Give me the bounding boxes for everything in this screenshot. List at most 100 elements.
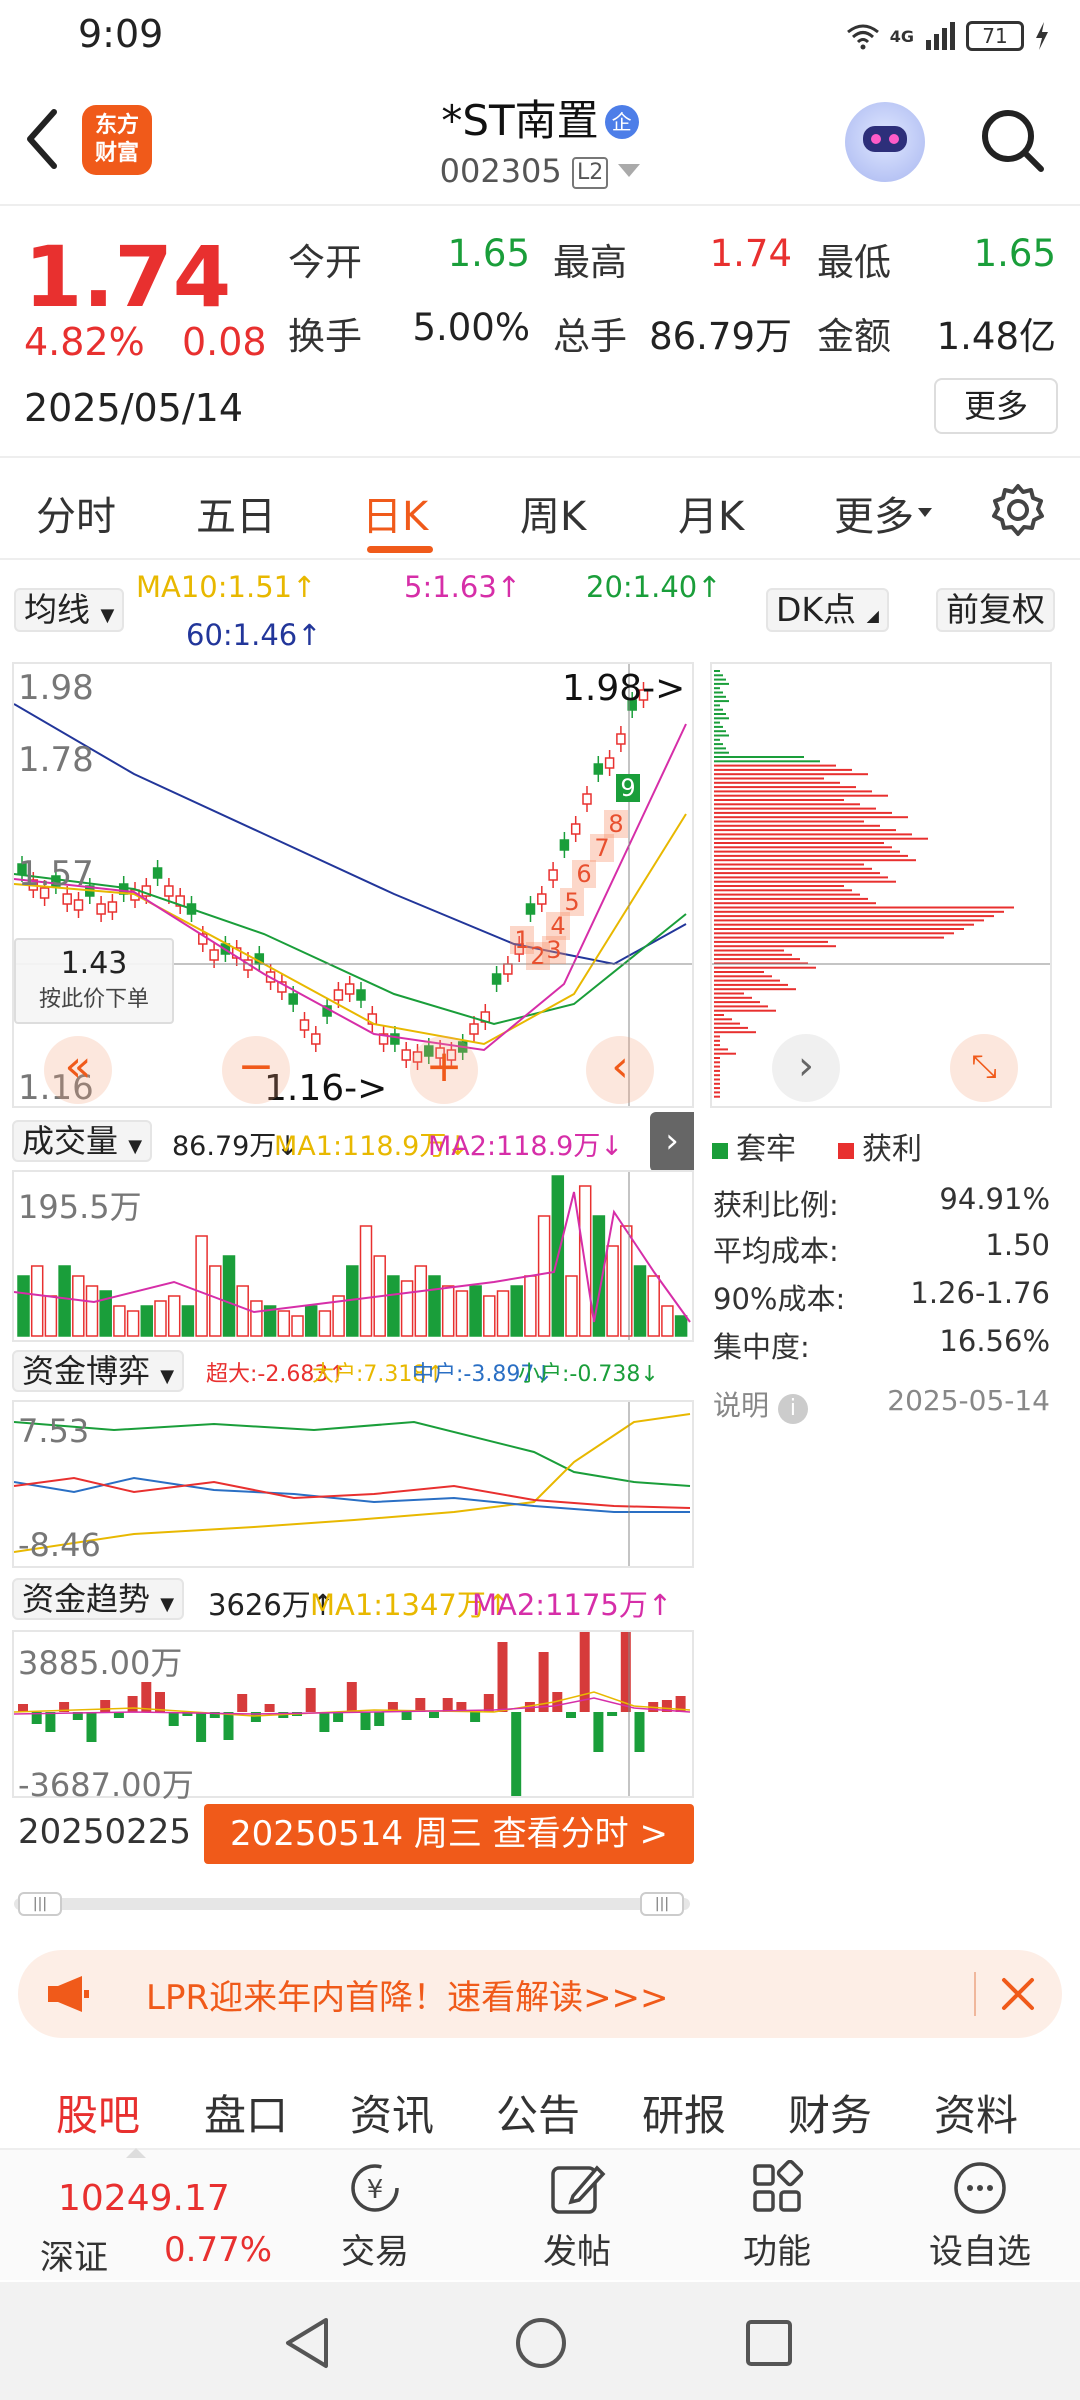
trade-button[interactable]: ¥ 交易 bbox=[310, 2160, 440, 2273]
chip-bar bbox=[714, 945, 836, 948]
fund-game-canvas bbox=[14, 1402, 691, 1566]
volume-selector[interactable]: 成交量 ▼ bbox=[12, 1120, 153, 1162]
tab-monthly-k[interactable]: 月K bbox=[678, 484, 744, 542]
tab-more[interactable]: 更多 bbox=[834, 484, 932, 542]
fund-trend-bar bbox=[45, 1712, 56, 1732]
chip-bar bbox=[714, 906, 1014, 909]
kline-chart[interactable]: 123456789 1.98 1.78 1.57 1.16 1.98-> 1.1… bbox=[12, 662, 694, 1109]
nine-turn-label: 6 bbox=[576, 860, 591, 888]
tab-research[interactable]: 研报 bbox=[642, 2082, 726, 2143]
crosshair-order-box[interactable]: 1.43 按此价下单 bbox=[14, 938, 174, 1024]
add-watchlist-button[interactable]: 设自选 bbox=[915, 2160, 1045, 2273]
functions-button[interactable]: 功能 bbox=[712, 2160, 842, 2273]
news-banner[interactable]: LPR迎来年内首降！速看解读>>> bbox=[18, 1950, 1062, 2038]
chip-note[interactable]: 说明 i bbox=[713, 1384, 808, 1424]
view-intraday-button[interactable]: 20250514 周三 查看分时 > bbox=[204, 1804, 694, 1864]
amount-value: 1.48亿 bbox=[936, 315, 1056, 358]
adjust-selector[interactable]: 前复权 bbox=[936, 588, 1055, 632]
chip-bar bbox=[714, 988, 796, 991]
candle-body bbox=[593, 763, 604, 775]
volume-bar bbox=[647, 1275, 660, 1337]
close-icon[interactable] bbox=[1000, 1976, 1036, 2012]
tab-daily-k[interactable]: 日K bbox=[362, 484, 428, 542]
zoom-out-button[interactable]: − bbox=[222, 1036, 290, 1104]
nav-home-icon[interactable] bbox=[514, 2316, 568, 2370]
chip-bar bbox=[714, 1052, 736, 1055]
fund-trend-y-top: 3885.00万 bbox=[18, 1644, 183, 1682]
post-button[interactable]: 发帖 bbox=[512, 2160, 642, 2273]
nav-recents-icon[interactable] bbox=[744, 2318, 794, 2368]
volume-bar bbox=[510, 1285, 523, 1337]
tab-announcements[interactable]: 公告 bbox=[496, 2082, 580, 2143]
candle-body bbox=[73, 899, 84, 911]
tab-weekly-k[interactable]: 周K bbox=[520, 484, 586, 542]
more-quote-button[interactable]: 更多 bbox=[934, 378, 1058, 434]
ma20-value: 20:1.40↑ bbox=[586, 570, 722, 604]
candle-body bbox=[152, 867, 163, 879]
tab-profile[interactable]: 资料 bbox=[934, 2082, 1018, 2143]
volume-bar bbox=[565, 1275, 578, 1337]
search-icon[interactable] bbox=[978, 106, 1046, 174]
volume-bar bbox=[72, 1275, 85, 1337]
range-start-date: 20250225 bbox=[18, 1812, 192, 1852]
volume-bar bbox=[126, 1310, 140, 1337]
profit-ratio-label: 获利比例: bbox=[713, 1188, 839, 1222]
fund-game-chart: 7.53 -8.46 bbox=[12, 1400, 694, 1568]
toggle-panel-button[interactable]: › bbox=[650, 1112, 694, 1172]
gear-icon[interactable] bbox=[990, 482, 1046, 538]
ai-assistant-avatar[interactable] bbox=[845, 102, 925, 182]
chip-bar bbox=[714, 876, 888, 879]
tab-financials[interactable]: 财务 bbox=[788, 2082, 872, 2143]
volume-bar bbox=[209, 1265, 222, 1337]
index-value[interactable]: 10249.17 bbox=[58, 2178, 230, 2219]
chip-bar bbox=[714, 678, 726, 681]
chip-bar bbox=[714, 781, 840, 784]
chip-bar bbox=[714, 910, 1004, 913]
range-slider-track[interactable] bbox=[14, 1898, 690, 1910]
chip-bar bbox=[714, 1074, 720, 1077]
chip-bar bbox=[714, 902, 876, 905]
tab-order-book[interactable]: 盘口 bbox=[204, 2082, 288, 2143]
fund-trend-bar bbox=[346, 1682, 357, 1712]
fund-trend-bar bbox=[470, 1712, 481, 1722]
candle-body bbox=[288, 993, 298, 1005]
high-label: 最高 bbox=[553, 241, 627, 284]
chip-bar bbox=[714, 773, 868, 776]
chip-bar bbox=[714, 747, 726, 750]
expand-icon[interactable]: ⤡ bbox=[950, 1034, 1018, 1102]
indicator-selector[interactable]: 均线 ▼ bbox=[14, 588, 125, 632]
tab-news[interactable]: 资讯 bbox=[350, 2082, 434, 2143]
chip-bar bbox=[714, 717, 729, 720]
scroll-left-fast-button[interactable]: « bbox=[44, 1036, 112, 1104]
fund-trend-bar bbox=[168, 1712, 179, 1726]
volume-bar bbox=[17, 1275, 30, 1337]
chip-bar bbox=[714, 850, 900, 853]
nine-turn-label: 5 bbox=[564, 888, 579, 916]
chevron-right-icon[interactable]: › bbox=[772, 1034, 840, 1102]
legend-profit: 获利 bbox=[838, 1124, 922, 1168]
concentration-label: 集中度: bbox=[713, 1330, 810, 1364]
chip-bar bbox=[714, 1039, 720, 1042]
volume-ma2: MA2:118.9万↓ bbox=[428, 1131, 623, 1162]
fund-trend-bar bbox=[127, 1696, 138, 1712]
nav-back-icon[interactable] bbox=[282, 2316, 332, 2370]
pct-change: 4.82% bbox=[24, 320, 145, 364]
fund-trend-selector[interactable]: 资金趋势 ▼ bbox=[12, 1578, 185, 1620]
tab-forum[interactable]: 股吧 bbox=[56, 2082, 140, 2143]
fund-game-selector[interactable]: 资金博弈 ▼ bbox=[12, 1350, 185, 1392]
range-slider-right-handle[interactable]: ||| bbox=[640, 1892, 684, 1916]
active-tab-caret bbox=[126, 2148, 146, 2158]
range-slider-left-handle[interactable]: ||| bbox=[18, 1892, 62, 1916]
dk-point-selector[interactable]: DK点 ◢ bbox=[766, 588, 889, 632]
kline-canvas: 12 3456789 bbox=[14, 664, 692, 1106]
chip-bar bbox=[714, 958, 800, 961]
nine-turn-label: 7 bbox=[594, 834, 609, 862]
zoom-in-button[interactable]: + bbox=[410, 1036, 478, 1104]
chip-bar bbox=[714, 730, 726, 733]
chip-bar bbox=[714, 842, 884, 844]
fund-trend-bar bbox=[511, 1712, 522, 1796]
tab-five-day[interactable]: 五日 bbox=[196, 484, 276, 542]
scroll-left-button[interactable]: ‹ bbox=[586, 1036, 654, 1104]
tab-intraday[interactable]: 分时 bbox=[36, 484, 116, 542]
active-tab-indicator bbox=[367, 546, 433, 553]
